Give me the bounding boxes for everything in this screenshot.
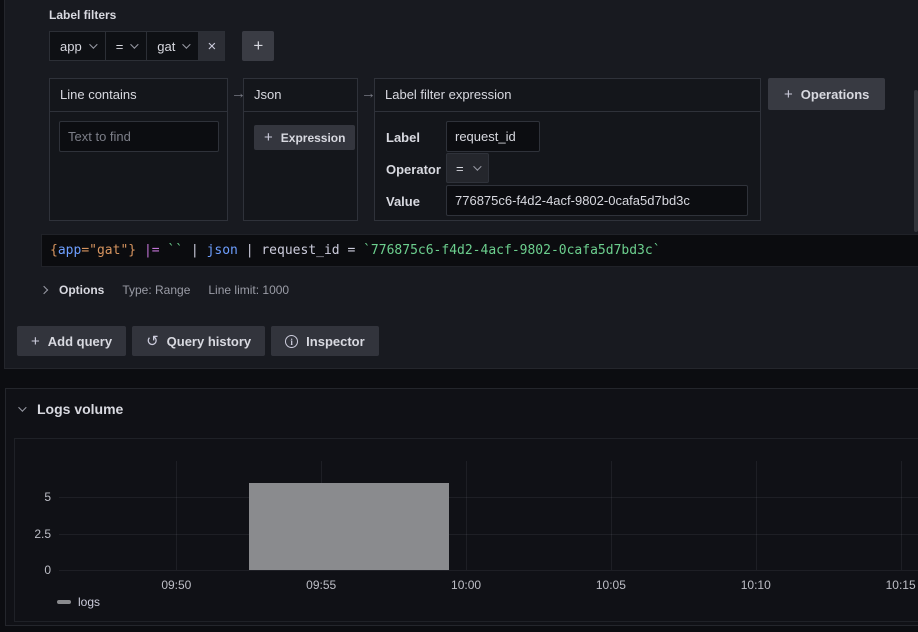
query-type-label: Type: Range — [122, 283, 190, 297]
line-limit-label: Line limit: 1000 — [208, 283, 289, 297]
remove-label-filter-button[interactable]: × — [198, 31, 225, 61]
chart-legend-item-logs[interactable]: logs — [57, 595, 100, 609]
gridline-vertical — [466, 461, 467, 570]
y-axis-tick-label: 5 — [21, 490, 51, 504]
line-contains-card: Line contains — [49, 78, 228, 221]
query-code-preview[interactable]: {app="gat"} |= `` | json | request_id = … — [41, 234, 918, 267]
line-contains-input[interactable] — [59, 121, 219, 152]
chevron-down-icon — [183, 40, 191, 48]
value-field-label: Value — [386, 194, 420, 209]
gridline-horizontal — [59, 497, 918, 498]
inspector-label: Inspector — [306, 334, 365, 349]
plus-icon: + — [253, 36, 263, 55]
json-card: Json + Expression — [243, 78, 358, 221]
code-token: |= — [144, 243, 160, 258]
chevron-right-icon — [40, 286, 48, 294]
code-token: | — [183, 243, 206, 258]
code-token: | — [238, 243, 261, 258]
legend-label-logs: logs — [78, 595, 100, 609]
operator-field-label: Operator — [386, 162, 441, 177]
code-token: `` — [167, 243, 183, 258]
gridline-horizontal — [59, 570, 918, 571]
label-operator-value: = — [116, 39, 124, 54]
code-token: request_id = — [261, 243, 363, 258]
plus-icon: + — [784, 86, 793, 103]
x-axis-tick-label: 10:00 — [436, 578, 496, 592]
x-axis-tick-label: 10:15 — [871, 578, 918, 592]
query-history-label: Query history — [167, 334, 252, 349]
value-field-input[interactable] — [446, 185, 748, 216]
chevron-down-icon — [89, 40, 97, 48]
close-icon: × — [207, 38, 216, 55]
code-token: "gat" — [89, 243, 128, 258]
label-value-value: gat — [157, 39, 175, 54]
code-token: `776875c6-f4d2-4acf-9802-0cafa5d7bd3c` — [363, 243, 660, 258]
logs-volume-panel: Logs volume logs 0 2.5 5 09:50 09:55 10:00 10:… — [5, 388, 918, 626]
x-axis-tick-label: 10:05 — [581, 578, 641, 592]
query-history-button[interactable]: ↺ Query history — [132, 326, 265, 356]
gridline-vertical — [756, 461, 757, 570]
add-expression-button[interactable]: + Expression — [254, 125, 355, 150]
x-axis-tick-label: 09:50 — [146, 578, 206, 592]
code-token: app — [58, 243, 81, 258]
chevron-down-icon — [130, 40, 138, 48]
label-operator-select[interactable]: = — [105, 31, 148, 61]
label-filter-expression-card: Label filter expression Label Operator =… — [374, 78, 761, 221]
code-token: { — [50, 243, 58, 258]
x-axis-tick-label: 09:55 — [291, 578, 351, 592]
query-toolbar: + Add query ↺ Query history i Inspector — [17, 326, 379, 356]
info-icon: i — [285, 335, 298, 348]
logs-volume-title: Logs volume — [37, 401, 123, 417]
operations-button[interactable]: + Operations — [768, 78, 885, 110]
options-label: Options — [59, 283, 104, 297]
label-value-select[interactable]: gat — [146, 31, 199, 61]
label-name-value: app — [60, 39, 82, 54]
options-row[interactable]: Options Type: Range Line limit: 1000 — [41, 283, 289, 297]
add-query-label: Add query — [48, 334, 112, 349]
y-axis-tick-label: 0 — [21, 563, 51, 577]
gridline-vertical — [611, 461, 612, 570]
logs-volume-header[interactable]: Logs volume — [18, 401, 123, 417]
plus-icon: + — [31, 333, 40, 350]
code-token: = — [81, 243, 89, 258]
y-axis-tick-label: 2.5 — [21, 527, 51, 541]
code-token — [136, 243, 144, 258]
collapse-chevron-icon — [18, 403, 26, 411]
label-filters-heading: Label filters — [49, 8, 116, 22]
label-field-label: Label — [386, 130, 420, 145]
operator-select[interactable]: = — [446, 153, 489, 183]
label-filter-pill-group: app = gat × + — [49, 31, 274, 61]
add-query-button[interactable]: + Add query — [17, 326, 126, 356]
label-name-select[interactable]: app — [49, 31, 106, 61]
logs-volume-chart[interactable]: logs 0 2.5 5 09:50 09:55 10:00 10:05 10:10 10:15 — [14, 438, 918, 622]
code-token: json — [207, 243, 238, 258]
json-title: Json — [244, 79, 357, 112]
inspector-button[interactable]: i Inspector — [271, 326, 379, 356]
gridline-vertical — [176, 461, 177, 570]
chevron-down-icon — [473, 162, 481, 170]
gridline-horizontal — [59, 534, 918, 535]
legend-swatch-logs — [57, 600, 71, 604]
x-axis-tick-label: 10:10 — [726, 578, 786, 592]
operator-value: = — [456, 161, 464, 176]
scrollbar-thumb[interactable] — [914, 90, 918, 232]
add-label-filter-button[interactable]: + — [242, 31, 274, 61]
operations-label: Operations — [801, 87, 870, 102]
plus-icon: + — [264, 129, 273, 146]
history-icon: ↺ — [146, 332, 159, 350]
query-editor-section: Label filters app = gat × + Line contain… — [4, 0, 918, 369]
label-filter-expression-title: Label filter expression — [375, 79, 760, 112]
label-field-input[interactable] — [446, 121, 540, 152]
line-contains-title: Line contains — [50, 79, 227, 112]
code-token: } — [128, 243, 136, 258]
gridline-vertical — [901, 461, 902, 570]
logs-volume-bar[interactable] — [249, 483, 449, 570]
add-expression-label: Expression — [281, 131, 346, 145]
